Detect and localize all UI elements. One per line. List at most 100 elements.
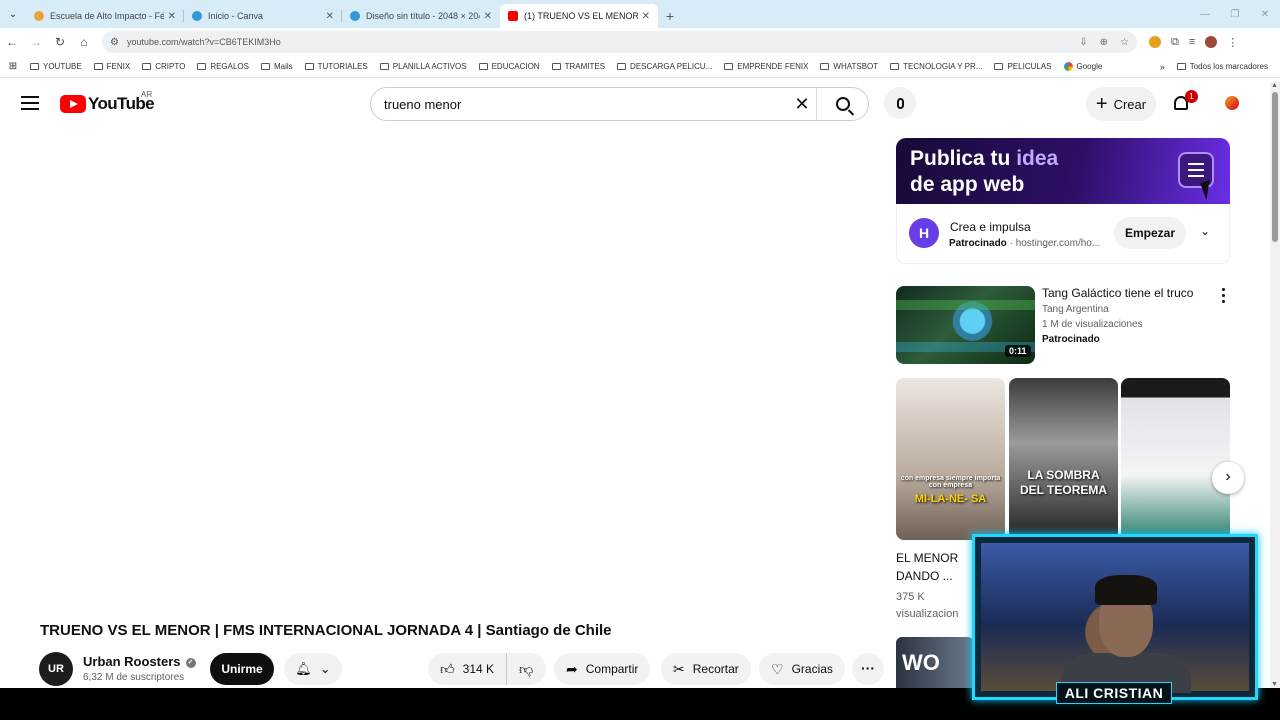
- scroll-down-icon[interactable]: ▼: [1271, 681, 1278, 688]
- recommendation-channel[interactable]: Tang Argentina: [1042, 304, 1109, 315]
- media-icon[interactable]: ≡: [1189, 36, 1195, 48]
- channel-name[interactable]: Urban Roosters ✓: [83, 654, 196, 669]
- close-tab-icon[interactable]: ✕: [484, 11, 492, 22]
- chevron-down-icon[interactable]: ⌄: [1200, 224, 1210, 238]
- like-button[interactable]: 👍︎ 314 K: [428, 653, 507, 685]
- bookmark-folder[interactable]: WHATSBOT: [820, 62, 878, 71]
- extensions-area: ⧉ ≡ ⋮: [1149, 36, 1238, 49]
- menu-icon[interactable]: [21, 96, 39, 110]
- video-player[interactable]: [40, 138, 872, 606]
- puzzle-icon[interactable]: ⧉: [1171, 36, 1179, 49]
- search-input[interactable]: trueno menor: [371, 97, 788, 112]
- bookmark-google[interactable]: Google: [1063, 62, 1102, 71]
- search-button[interactable]: [816, 88, 868, 120]
- bookmark-folder[interactable]: REGALOS: [197, 62, 249, 71]
- account-avatar[interactable]: [1225, 96, 1239, 110]
- apps-grid-icon[interactable]: ⊞: [0, 61, 26, 72]
- new-tab-button[interactable]: +: [658, 4, 682, 28]
- close-tab-icon[interactable]: ✕: [326, 11, 334, 22]
- youtube-logo[interactable]: YouTube: [60, 94, 155, 114]
- webcam-feed: [981, 543, 1249, 693]
- advertiser-logo[interactable]: H: [909, 218, 939, 248]
- bookmark-folder[interactable]: PLANILLA ACTIVOS: [379, 62, 467, 71]
- more-options-icon[interactable]: [1220, 288, 1226, 303]
- minimize-icon[interactable]: —: [1190, 9, 1220, 20]
- scroll-up-icon[interactable]: ▲: [1271, 82, 1278, 89]
- clip-button[interactable]: ✂ Recortar: [661, 653, 751, 685]
- short-thumbnail[interactable]: LA SOMBRA DEL TEOREMA: [1009, 378, 1118, 540]
- verified-icon: ✓: [185, 657, 196, 668]
- folder-icon: [197, 63, 207, 70]
- bookmark-folder[interactable]: TECNOLOGIA Y PR...: [890, 62, 982, 71]
- folder-icon: [478, 63, 488, 70]
- clear-search-icon[interactable]: ✕: [788, 94, 816, 115]
- ad-title[interactable]: Crea e impulsa: [950, 220, 1031, 234]
- browser-menu-icon[interactable]: ⋮: [1227, 36, 1238, 49]
- bookmark-folder[interactable]: TUTORIALES: [304, 62, 368, 71]
- search-box[interactable]: trueno menor ✕: [370, 87, 869, 121]
- more-bookmarks-icon[interactable]: »: [1160, 62, 1165, 72]
- bookmark-folder[interactable]: EMPRENDE FENIX: [724, 62, 808, 71]
- recommendation-title[interactable]: Tang Galáctico tiene el truco: [1042, 286, 1193, 300]
- chevron-right-icon[interactable]: ›: [1212, 462, 1244, 494]
- address-bar[interactable]: ⚙ youtube.com/watch?v=CB6TEKIM3Ho ⇩ ⊕ ☆: [102, 31, 1137, 53]
- bookmark-folder[interactable]: YOUTUBE: [30, 62, 82, 71]
- thumbs-up-icon: 👍︎: [440, 660, 455, 677]
- window-controls: — ❐ ✕: [1190, 0, 1280, 28]
- folder-icon: [261, 63, 270, 70]
- install-icon[interactable]: ⇩: [1079, 37, 1087, 48]
- bookmark-folder[interactable]: TRAMITES: [551, 62, 605, 71]
- bookmark-folder[interactable]: FENIX: [93, 62, 130, 71]
- close-tab-icon[interactable]: ✕: [168, 11, 176, 22]
- close-tab-icon[interactable]: ✕: [642, 11, 650, 22]
- forward-icon[interactable]: →: [24, 35, 48, 49]
- short-thumbnail[interactable]: [1121, 378, 1230, 540]
- bookmark-folder[interactable]: CRIPTO: [142, 62, 185, 71]
- bookmark-star-icon[interactable]: ☆: [1120, 37, 1129, 48]
- subscriber-count: 6,32 M de suscriptores: [83, 672, 185, 683]
- site-info-icon[interactable]: ⚙: [110, 37, 119, 48]
- search-icon: [835, 97, 850, 111]
- dislike-button[interactable]: 👎︎: [507, 661, 545, 678]
- back-icon[interactable]: ←: [0, 35, 24, 49]
- scrollbar-thumb[interactable]: [1272, 92, 1278, 242]
- notifications-button[interactable]: 1: [1173, 90, 1198, 114]
- microphone-icon: [896, 97, 904, 109]
- share-button[interactable]: ➦ Compartir: [554, 653, 651, 685]
- page-scrollbar[interactable]: ▲ ▼: [1270, 82, 1280, 688]
- channel-avatar[interactable]: UR: [39, 652, 73, 686]
- create-button[interactable]: + Crear: [1086, 87, 1156, 121]
- tab-canva-home[interactable]: Inicio - Canva ✕: [184, 4, 342, 28]
- home-icon[interactable]: ⌂: [72, 35, 96, 49]
- short-title[interactable]: EL MENOR DANDO ...: [896, 549, 976, 585]
- bookmark-folder[interactable]: DESCARGA PELICU...: [617, 62, 712, 71]
- bookmark-folder[interactable]: Mails: [261, 62, 293, 71]
- bookmark-folder[interactable]: PELICULAS: [994, 62, 1052, 71]
- voice-search-button[interactable]: [884, 87, 916, 119]
- maximize-icon[interactable]: ❐: [1220, 9, 1250, 20]
- extension-icon[interactable]: [1149, 36, 1161, 48]
- tab-escuela[interactable]: Escuela de Alto Impacto - Fénix ✕: [26, 4, 184, 28]
- tab-search-icon[interactable]: ⌄: [0, 0, 26, 28]
- all-bookmarks[interactable]: Todos los marcadores: [1176, 62, 1268, 71]
- reload-icon[interactable]: ↻: [48, 35, 72, 49]
- browser-window: ⌄ Escuela de Alto Impacto - Fénix ✕ Inic…: [0, 0, 1280, 720]
- fenix-favicon-icon: [34, 11, 44, 21]
- bookmark-folder[interactable]: EDUCACION: [478, 62, 540, 71]
- profile-avatar-icon[interactable]: [1205, 36, 1218, 48]
- tab-youtube[interactable]: (1) TRUENO VS EL MENOR | FMS ✕: [500, 4, 658, 28]
- close-window-icon[interactable]: ✕: [1250, 9, 1280, 20]
- folder-icon: [617, 63, 627, 70]
- url-text: youtube.com/watch?v=CB6TEKIM3Ho: [126, 37, 281, 47]
- more-actions-button[interactable]: ···: [852, 653, 884, 685]
- ad-cta-button[interactable]: Empezar: [1114, 217, 1186, 249]
- video-thumbnail[interactable]: WO: [896, 637, 974, 688]
- folder-icon: [890, 63, 900, 70]
- zoom-icon[interactable]: ⊕: [1100, 37, 1108, 48]
- thanks-button[interactable]: ♡ Gracias: [759, 653, 845, 685]
- short-thumbnail[interactable]: con empresa siempre importa con empresa …: [896, 378, 1005, 540]
- tab-canva-design[interactable]: Diseño sin título - 2048 × 2048 ✕: [342, 4, 500, 28]
- join-button[interactable]: Unirme: [210, 653, 274, 685]
- subscription-bell-button[interactable]: 🔔︎ ⌄: [284, 653, 342, 685]
- folder-icon: [724, 63, 734, 70]
